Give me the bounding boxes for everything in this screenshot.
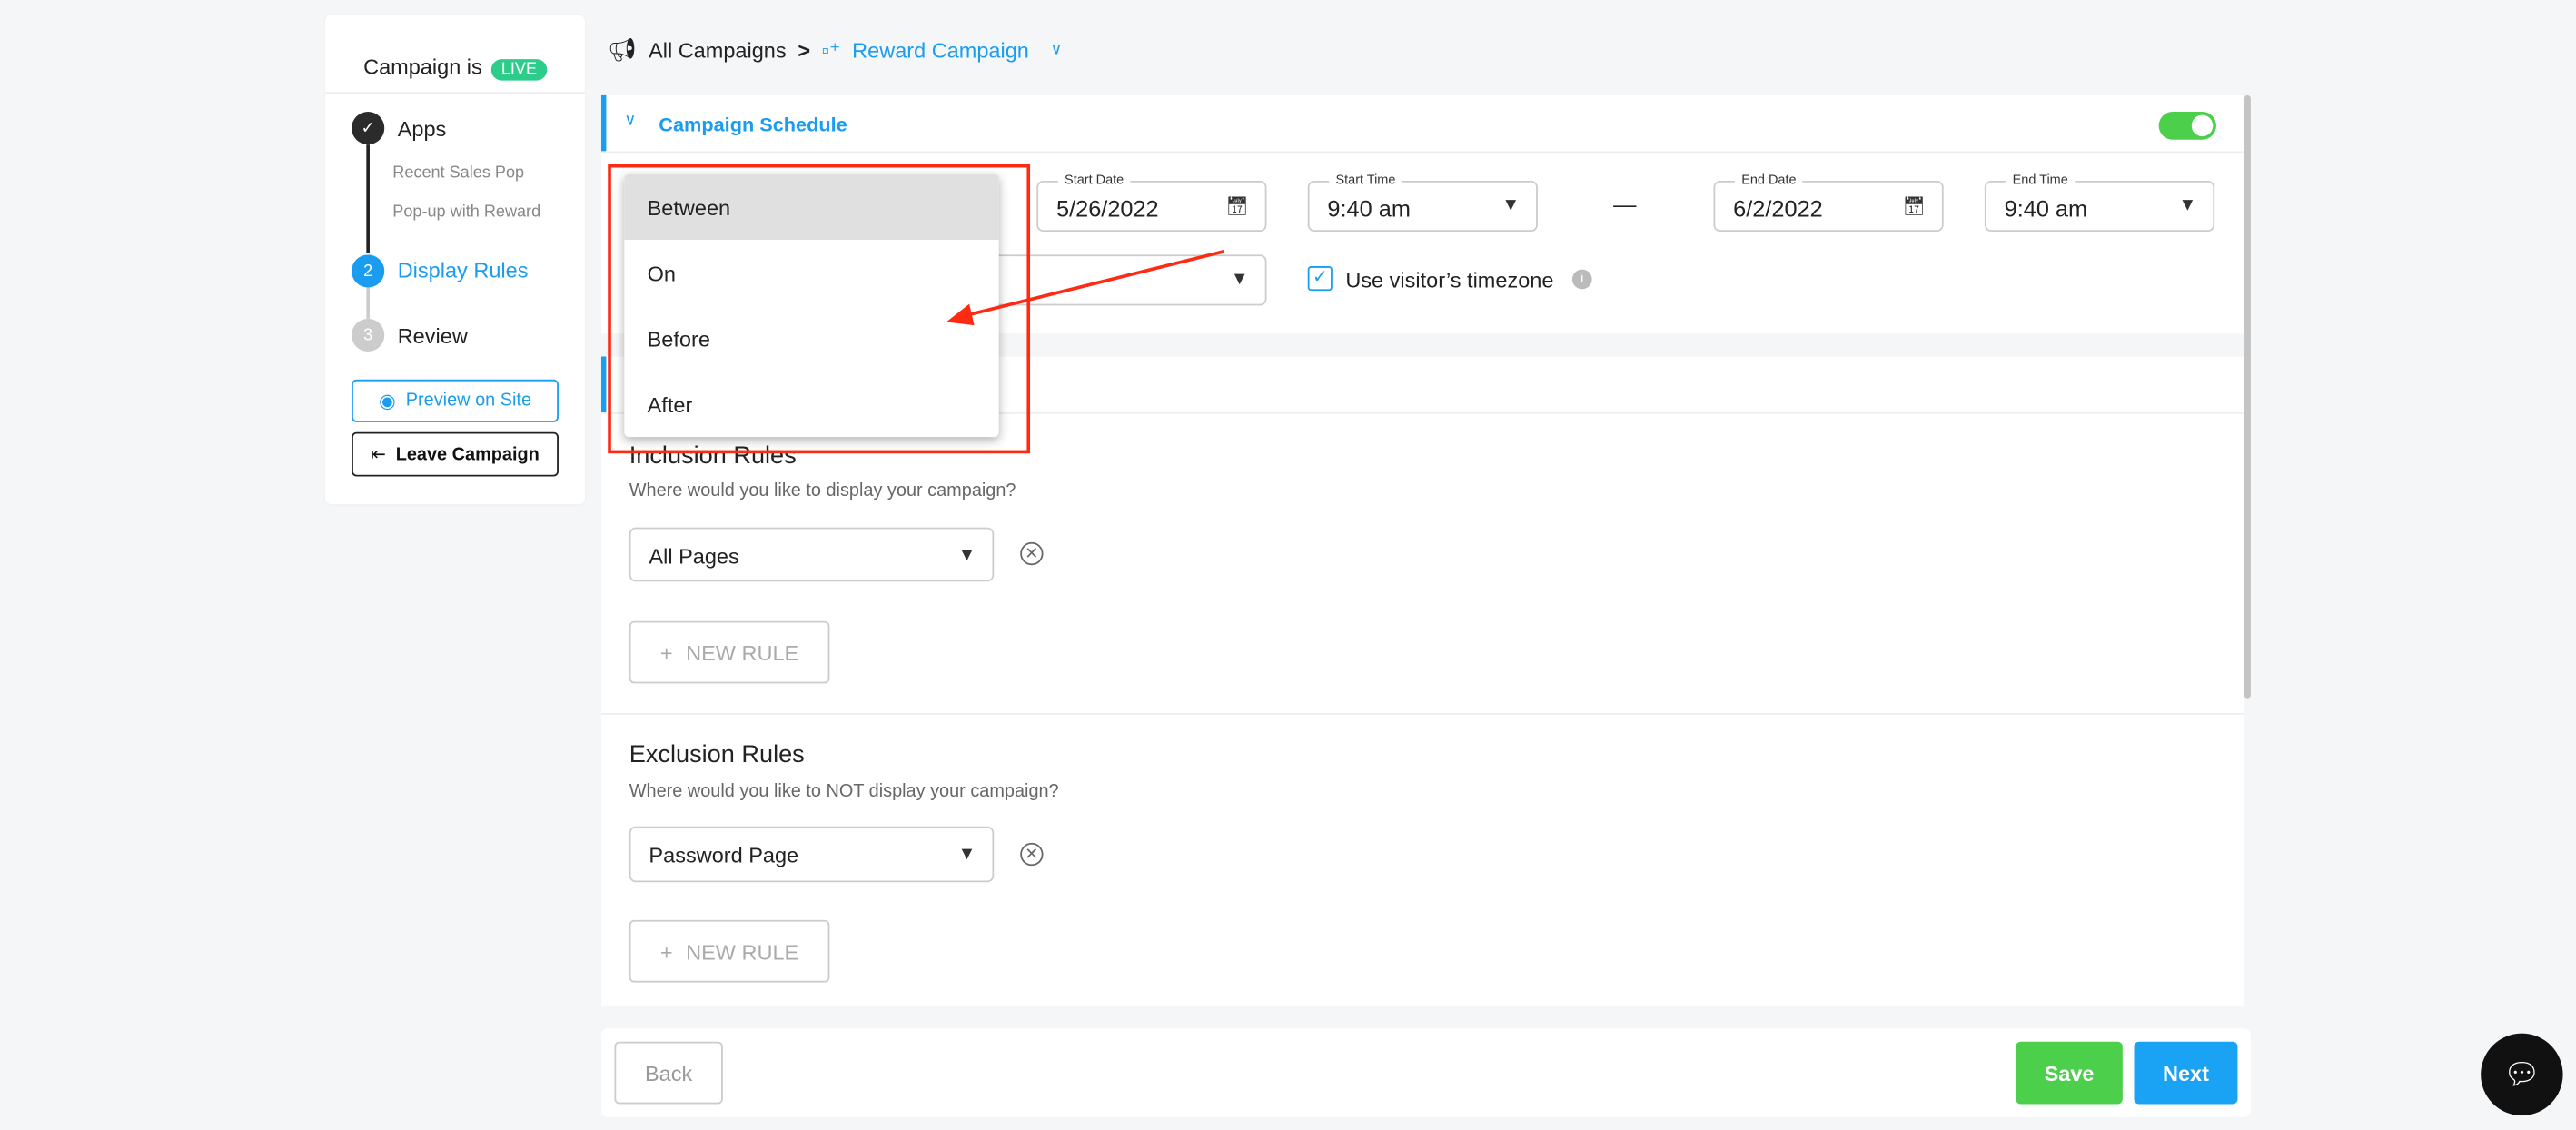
- arrow-head: [946, 303, 975, 326]
- annotation-arrow: [946, 249, 1224, 326]
- arrow-shaft: [966, 249, 1224, 318]
